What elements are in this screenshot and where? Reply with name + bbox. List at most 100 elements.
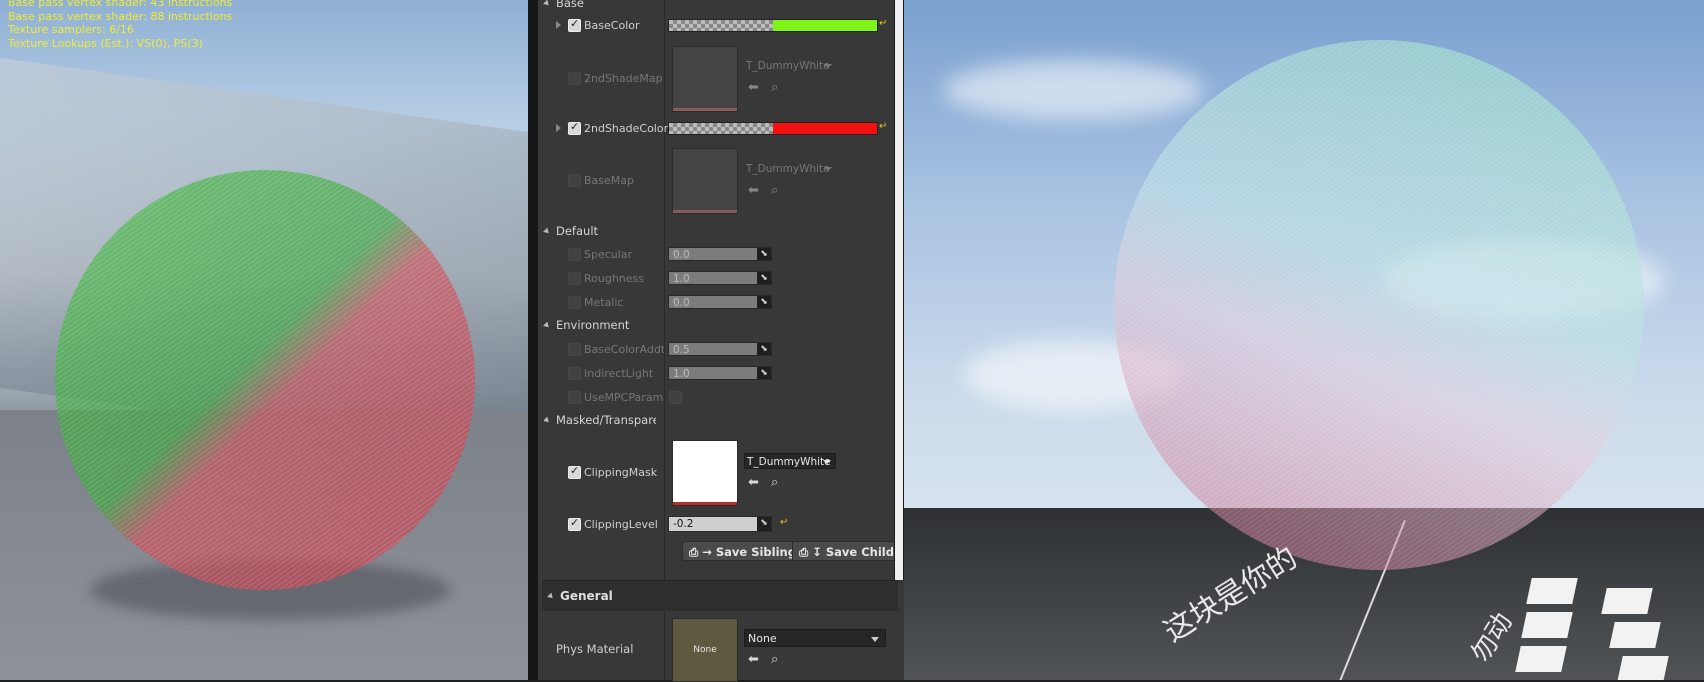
reset-icon[interactable]: ↵ xyxy=(879,18,887,29)
basecolor-swatch[interactable] xyxy=(668,19,878,32)
stat-line: Texture Lookups (Est.): VS(0), PS(3) xyxy=(8,36,203,50)
button-label: → Save Sibling xyxy=(702,545,796,559)
use-selected-arrow-icon[interactable]: ⬅ xyxy=(748,652,759,667)
drag-handle-icon[interactable]: ⬊ xyxy=(757,367,771,379)
save-icon: ⎙ xyxy=(799,545,813,559)
expand-arrow-icon[interactable] xyxy=(556,124,561,132)
usempc-checkbox[interactable] xyxy=(568,391,581,404)
combo-value: None xyxy=(748,632,777,645)
basemap-asset-combo[interactable]: T_DummyWhite xyxy=(744,161,836,177)
left-viewport[interactable]: Base pass vertex shader: 43 instructions… xyxy=(0,0,528,680)
scrollbar[interactable] xyxy=(894,0,904,580)
thumb-bar xyxy=(673,210,737,213)
specular-checkbox[interactable] xyxy=(568,248,581,261)
basecolor-checkbox[interactable] xyxy=(568,17,581,32)
field-value: 0.0 xyxy=(673,249,690,261)
browse-search-icon[interactable]: ⌕ xyxy=(771,80,778,95)
metalic-field[interactable]: 0.0 ⬊ xyxy=(668,295,772,309)
crosswalk-stripe xyxy=(1526,578,1578,604)
button-label: ↧ Save Child xyxy=(812,545,894,559)
field-value: 0.5 xyxy=(673,344,690,356)
drag-handle-icon[interactable]: ⬊ xyxy=(757,296,771,308)
drag-handle-icon[interactable]: ⬊ xyxy=(757,343,771,355)
basecoloradd-field[interactable]: 0.5 ⬊ xyxy=(668,342,772,356)
field-value: 0.0 xyxy=(673,297,690,309)
collapse-arrow-icon xyxy=(547,592,555,601)
use-selected-arrow-icon[interactable]: ⬅ xyxy=(748,475,759,490)
color-fill xyxy=(773,123,877,134)
reset-icon[interactable]: ↵ xyxy=(780,517,788,528)
crosswalk-stripe xyxy=(1609,622,1661,648)
clippinglevel-label: ClippingLevel xyxy=(584,518,658,531)
physmaterial-label: Phys Material xyxy=(556,642,634,656)
indirectlight-checkbox[interactable] xyxy=(568,367,581,380)
shademap-label: 2ndShadeMap xyxy=(584,72,663,85)
save-sibling-button[interactable]: ⎙ → Save Sibling xyxy=(682,541,803,561)
shadecolor-swatch[interactable] xyxy=(668,122,878,135)
browse-search-icon[interactable]: ⌕ xyxy=(771,183,778,198)
category-default[interactable]: Default xyxy=(543,224,599,238)
drag-handle-icon[interactable]: ⬊ xyxy=(757,517,771,531)
right-viewport[interactable]: 这块是你的 勿动 xyxy=(904,0,1704,680)
category-environment[interactable]: Environment xyxy=(543,318,630,332)
category-label: Default xyxy=(556,224,599,238)
scrollbar-thumb[interactable] xyxy=(895,0,903,580)
reset-icon[interactable]: ↵ xyxy=(879,121,887,132)
category-base[interactable]: Base xyxy=(543,0,584,10)
usempc-value-checkbox[interactable] xyxy=(669,391,682,404)
basemap-thumbnail[interactable] xyxy=(672,148,738,214)
category-masked[interactable]: Masked/Transparen xyxy=(544,413,656,427)
physmaterial-thumbnail[interactable]: None xyxy=(672,618,738,682)
clippingmask-asset-combo[interactable]: T_DummyWhite xyxy=(744,453,836,469)
save-icon: ⎙ xyxy=(689,545,703,559)
basemap-label: BaseMap xyxy=(584,174,634,187)
physmaterial-combo[interactable]: None xyxy=(744,629,886,647)
crosswalk-stripe xyxy=(1617,656,1669,680)
metalic-label: Metalic xyxy=(584,296,624,309)
column-splitter[interactable] xyxy=(664,0,665,680)
specular-field[interactable]: 0.0 ⬊ xyxy=(668,247,772,261)
color-fill xyxy=(773,20,877,31)
shademap-thumbnail[interactable] xyxy=(672,46,738,112)
basecoloradd-checkbox[interactable] xyxy=(568,343,581,356)
category-general[interactable]: General xyxy=(542,580,898,611)
shadecolor-label: 2ndShadeColor xyxy=(584,122,669,135)
indirectlight-field[interactable]: 1.0 ⬊ xyxy=(668,366,772,380)
drag-handle-icon[interactable]: ⬊ xyxy=(757,272,771,284)
browse-search-icon[interactable]: ⌕ xyxy=(771,475,778,490)
indirectlight-label: IndirectLight xyxy=(584,367,654,380)
stat-line: Base pass vertex shader: 43 instructions xyxy=(8,0,233,9)
shadecolor-checkbox[interactable] xyxy=(568,120,581,135)
roughness-field[interactable]: 1.0 ⬊ xyxy=(668,271,772,285)
specular-label: Specular xyxy=(584,248,633,261)
drag-handle-icon[interactable]: ⬊ xyxy=(757,248,771,260)
use-selected-arrow-icon[interactable]: ⬅ xyxy=(748,183,759,198)
category-label: General xyxy=(560,589,613,603)
crosswalk-stripe xyxy=(1601,588,1653,614)
usempc-label: UseMPCParame xyxy=(584,391,664,404)
shademap-checkbox[interactable] xyxy=(568,72,581,85)
use-selected-arrow-icon[interactable]: ⬅ xyxy=(748,80,759,95)
clippingmask-checkbox[interactable] xyxy=(568,464,581,479)
field-value: -0.2 xyxy=(673,518,694,530)
expand-arrow-icon[interactable] xyxy=(556,21,561,29)
clippingmask-thumbnail[interactable] xyxy=(672,440,738,506)
browse-search-icon[interactable]: ⌕ xyxy=(771,652,778,667)
dropdown-arrow-icon xyxy=(823,460,831,464)
collapse-arrow-icon xyxy=(543,227,551,236)
shademap-asset-combo[interactable]: T_DummyWhite xyxy=(744,58,836,74)
basemap-checkbox[interactable] xyxy=(568,174,581,187)
metalic-checkbox[interactable] xyxy=(568,296,581,309)
roughness-checkbox[interactable] xyxy=(568,272,581,285)
save-child-button[interactable]: ⎙ ↧ Save Child xyxy=(792,541,901,561)
combo-value: T_DummyWhite xyxy=(747,456,831,468)
shader-stats: Base pass vertex shader: 43 instructions… xyxy=(8,0,232,50)
category-label: Environment xyxy=(556,318,630,332)
dropdown-arrow-icon xyxy=(871,637,879,642)
field-value: 1.0 xyxy=(673,368,690,380)
clippinglevel-checkbox[interactable] xyxy=(568,516,581,531)
clippinglevel-field[interactable]: -0.2 ⬊ xyxy=(668,516,772,532)
stat-line: Texture samplers: 6/16 xyxy=(8,23,134,36)
panel-divider[interactable] xyxy=(528,0,538,680)
preview-sphere xyxy=(1114,40,1644,570)
